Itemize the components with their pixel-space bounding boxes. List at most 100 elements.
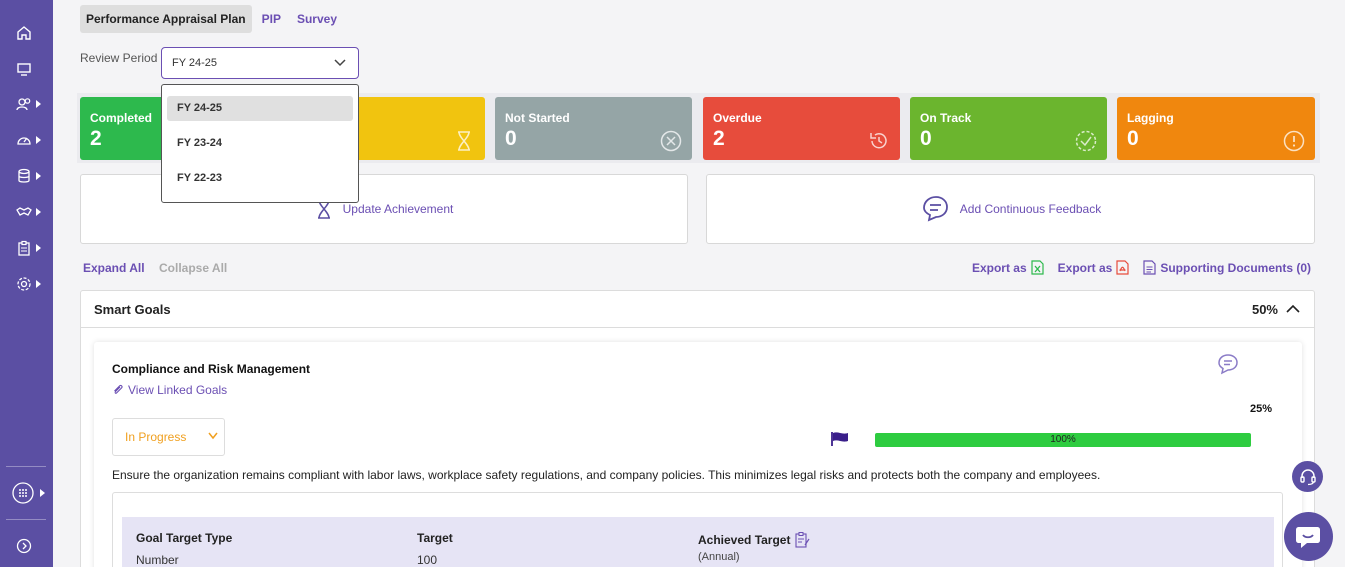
home-icon [17, 26, 31, 40]
review-period-option[interactable]: FY 24-25 [167, 96, 353, 121]
goal-title: Compliance and Risk Management [112, 362, 311, 376]
chevron-right-icon [36, 208, 41, 216]
clipboard-edit-icon[interactable] [794, 531, 810, 548]
export-excel-button[interactable]: Export as [972, 260, 1044, 275]
export-pdf-button[interactable]: Export as [1058, 260, 1130, 275]
goal-weight: 25% [1249, 403, 1272, 415]
hourglass-icon [458, 131, 470, 151]
x-circle-icon [660, 130, 682, 152]
chevron-up-icon[interactable] [1286, 303, 1300, 315]
target-value: 100 [417, 553, 438, 567]
update-achievement-label: Update Achievement [342, 202, 454, 216]
review-period-option[interactable]: FY 23-24 [167, 131, 353, 156]
gauge-icon [17, 137, 31, 145]
sidebar-item-dashboard[interactable] [0, 54, 53, 84]
sidebar-item-clipboard[interactable] [0, 233, 53, 263]
sidebar-item-database[interactable] [0, 161, 53, 191]
users-icon [16, 98, 31, 111]
goal-target-type-value: Number [136, 553, 179, 567]
chevron-down-icon [208, 432, 218, 440]
comment-icon[interactable] [1216, 353, 1240, 375]
tab-survey[interactable]: Survey [291, 5, 343, 33]
status-card-value: 0 [505, 127, 517, 150]
export-pdf-label: Export as [1057, 260, 1113, 275]
smart-goals-panel: Smart Goals 50% Compliance and Risk Mana… [80, 290, 1315, 567]
sidebar-item-settings[interactable] [0, 269, 53, 299]
sidebar-divider [6, 466, 46, 467]
chevron-right-icon [40, 489, 45, 497]
status-card-on-track[interactable]: On Track 0 [910, 97, 1107, 160]
feedback-chat-icon [922, 196, 948, 222]
goal-target-table: Goal Target Type Target Achieved Target … [112, 492, 1283, 567]
sidebar-divider [6, 519, 46, 520]
smart-goals-title: Smart Goals [94, 302, 171, 317]
chevron-down-icon [334, 59, 346, 67]
review-period-value: FY 24-25 [172, 57, 218, 69]
chevron-right-icon [36, 280, 41, 288]
supporting-documents-button[interactable]: Supporting Documents (0) [1143, 260, 1311, 275]
goal-progress-bar: 100% [875, 433, 1251, 447]
expand-all-button[interactable]: Expand All [83, 261, 145, 275]
apps-grid-icon [12, 482, 34, 504]
sidebar-item-people[interactable] [0, 89, 53, 119]
tab-bar: Performance Appraisal Plan PIP Survey [80, 5, 347, 33]
status-card-overdue[interactable]: Overdue 2 [703, 97, 900, 160]
status-card-value: 2 [90, 127, 102, 150]
check-circle-icon [1075, 130, 1097, 152]
headset-icon [1299, 468, 1316, 485]
achieved-target-label: Achieved Target [698, 532, 791, 547]
review-period-label: Review Period [80, 51, 158, 65]
goal-status-value: In Progress [125, 430, 187, 444]
pdf-file-icon [1116, 260, 1129, 275]
paperclip-icon [114, 384, 123, 394]
supporting-documents-label: Supporting Documents (0) [1160, 260, 1311, 275]
sidebar-item-performance[interactable] [0, 125, 53, 155]
tab-pip[interactable]: PIP [256, 5, 287, 33]
sidebar-expand-button[interactable] [0, 531, 53, 561]
export-excel-label: Export as [971, 260, 1027, 275]
view-linked-goals-link[interactable]: View Linked Goals [112, 383, 227, 397]
review-period-select[interactable]: FY 24-25 [161, 47, 359, 79]
chevron-right-icon [36, 172, 41, 180]
rotate-left-icon [870, 133, 887, 149]
goal-card: Compliance and Risk Management View Link… [94, 342, 1302, 567]
tab-performance-appraisal-plan[interactable]: Performance Appraisal Plan [80, 5, 252, 33]
sidebar-item-home[interactable] [0, 18, 53, 48]
column-header-achieved-target: Achieved Target [698, 531, 810, 548]
status-card-label: On Track [920, 111, 972, 125]
chevron-circle-right-icon [16, 538, 32, 554]
add-feedback-label: Add Continuous Feedback [959, 202, 1102, 216]
sidebar-item-handshake[interactable] [0, 197, 53, 227]
review-period-option[interactable]: FY 22-23 [167, 166, 353, 191]
handshake-icon [16, 207, 32, 216]
chat-widget-button[interactable] [1284, 512, 1333, 561]
smart-goals-percent: 50% [1251, 302, 1278, 317]
status-card-label: Completed [90, 111, 153, 125]
collapse-all-button[interactable]: Collapse All [159, 261, 227, 275]
chevron-right-icon [36, 244, 41, 252]
add-continuous-feedback-button[interactable]: Add Continuous Feedback [706, 174, 1315, 244]
goal-status-select[interactable]: In Progress [112, 418, 225, 456]
goal-progress-label: 100% [1050, 434, 1076, 445]
excel-file-icon [1031, 260, 1044, 275]
sidebar-item-apps[interactable] [0, 478, 53, 508]
status-card-label: Lagging [1127, 111, 1174, 125]
smart-goals-header[interactable]: Smart Goals 50% [81, 291, 1314, 328]
review-period-dropdown: FY 24-25 FY 23-24 FY 22-23 [161, 84, 359, 203]
flag-icon [831, 432, 848, 446]
view-linked-goals-label: View Linked Goals [128, 383, 228, 397]
achieved-target-period: (Annual) [698, 551, 740, 563]
sidebar [0, 0, 53, 567]
main-content: Performance Appraisal Plan PIP Survey Re… [53, 0, 1345, 567]
support-headset-button[interactable] [1292, 461, 1323, 492]
monitor-icon [17, 63, 31, 76]
database-icon [18, 168, 30, 183]
clipboard-icon [18, 240, 30, 256]
status-card-lagging[interactable]: Lagging 0 [1117, 97, 1315, 160]
alert-circle-icon [1283, 130, 1305, 152]
status-card-value: 0 [1127, 127, 1139, 150]
gear-icon [17, 277, 31, 291]
status-card-value: 2 [713, 127, 725, 150]
status-card-not-started[interactable]: Not Started 0 [495, 97, 692, 160]
column-header-goal-target-type: Goal Target Type [136, 531, 233, 545]
